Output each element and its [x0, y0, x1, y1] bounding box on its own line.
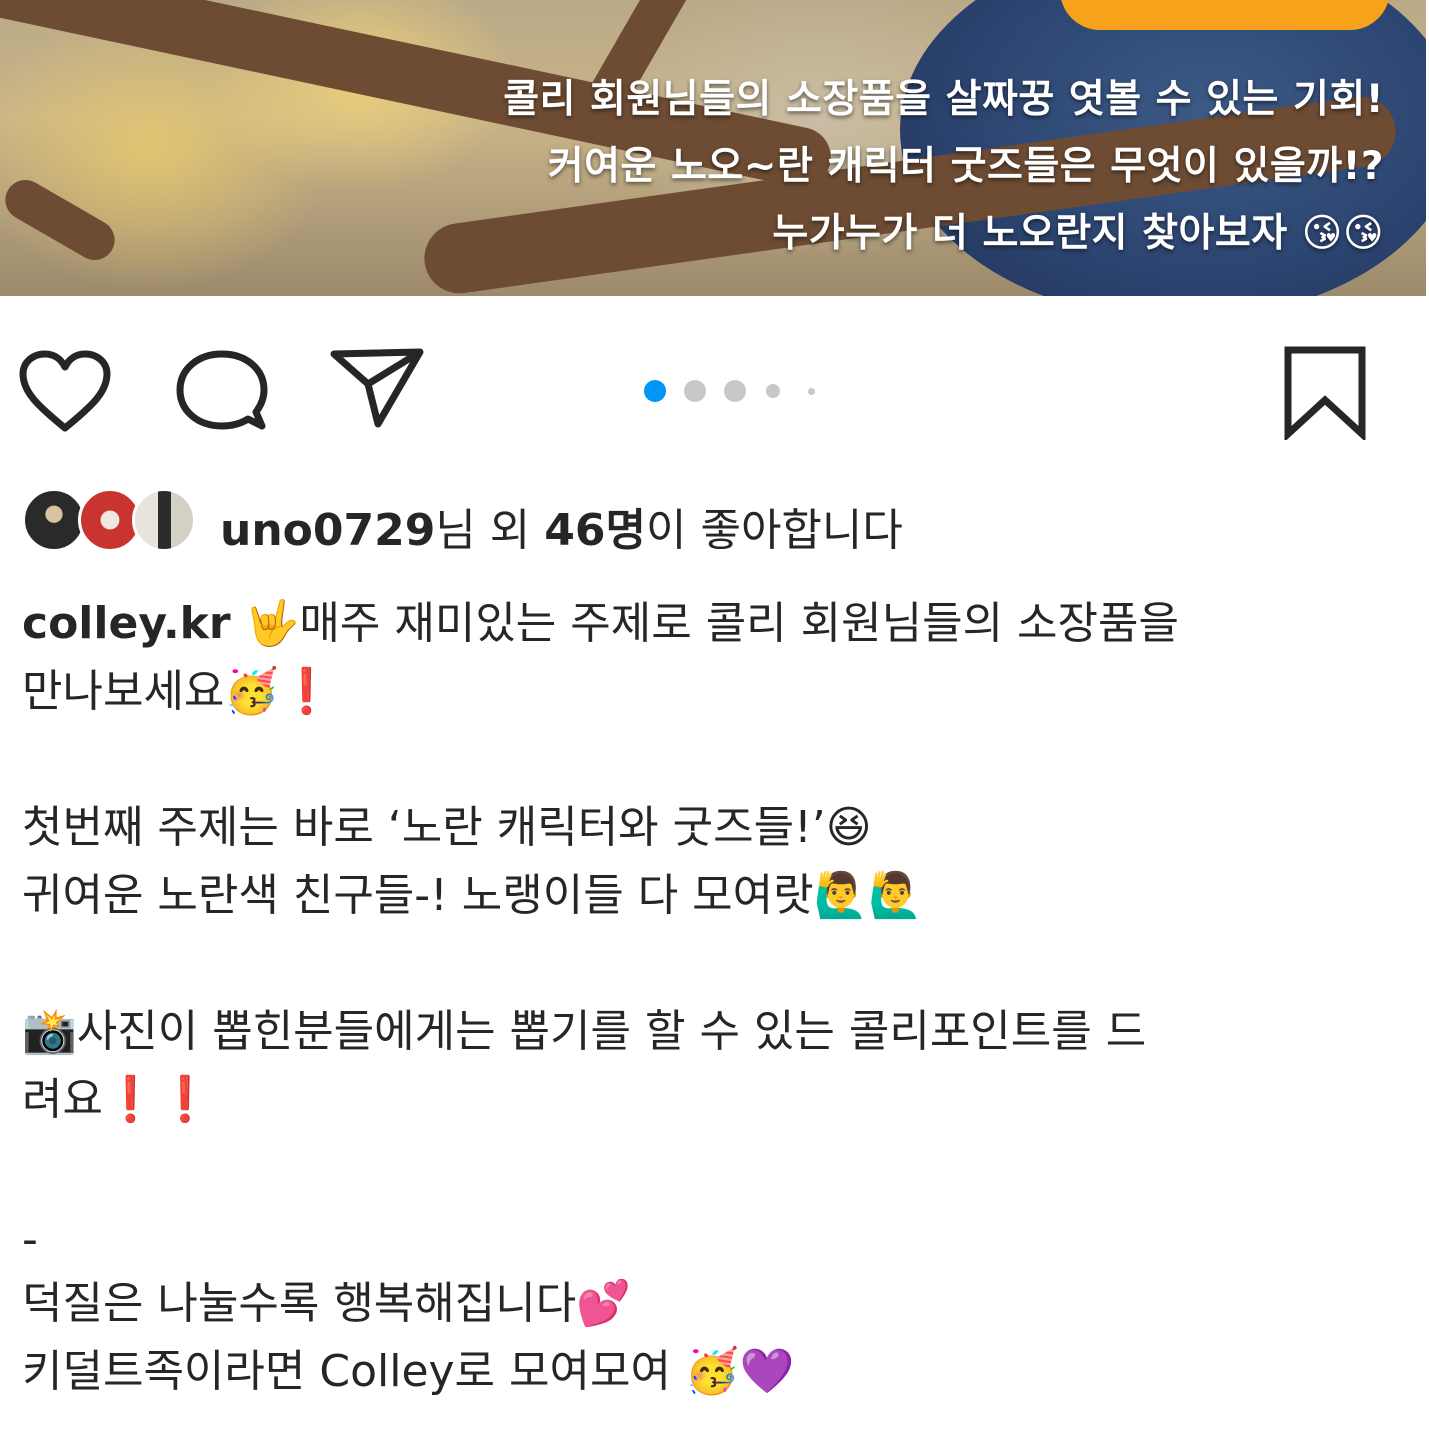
caption-line: 덕질은 나눌수록 행복해집니다💕 [22, 1278, 631, 1329]
carousel-dot [766, 384, 780, 398]
caption-line: 📸사진이 뽑힌분들에게는 뽑기를 할 수 있는 콜리포인트를 드 [22, 1006, 1147, 1057]
share-button[interactable] [330, 348, 424, 428]
likes-suffix: 이 좋아합니다 [646, 505, 903, 556]
caption-line: 첫번째 주제는 바로 ‘노란 캐릭터와 굿즈들!’😆 [22, 802, 872, 853]
caption-blank [22, 930, 1412, 998]
post-photo[interactable]: 콜리 회원님들의 소장품을 살짜꿍 엿볼 수 있는 기회! 커여운 노오~란 캐… [0, 0, 1426, 296]
carousel-dot [684, 380, 706, 402]
caption-line: 귀여운 노란색 친구들-! 노랭이들 다 모여랏🙋‍♂️🙋‍♂️ [22, 870, 924, 921]
caption-text: 🤟매주 재미있는 주제로 콜리 회원님들의 소장품을 [244, 598, 1179, 649]
overlay-line-1: 콜리 회원님들의 소장품을 살짜꿍 엿볼 수 있는 기회! [503, 77, 1384, 122]
liker-username[interactable]: uno0729 [220, 505, 435, 556]
caption-line: 만나보세요🥳❗ [22, 666, 334, 717]
caption-username[interactable]: colley.kr [22, 598, 231, 649]
likes-row[interactable]: uno0729님 외 46명이 좋아합니다 [20, 488, 1420, 558]
caption-blank [22, 1134, 1412, 1202]
carousel-dot [724, 380, 746, 402]
overlay-line-2: 커여운 노오~란 캐릭터 굿즈들은 무엇이 있을까!? [547, 144, 1384, 189]
caption-line: 키덜트족이라면 Colley로 모여모여 🥳💜 [22, 1346, 795, 1397]
caption-blank [22, 1202, 1412, 1210]
likes-count[interactable]: 46명 [544, 505, 646, 556]
branch-shape [0, 172, 122, 268]
post-caption: colley.kr 🤟매주 재미있는 주제로 콜리 회원님들의 소장품을 만나보… [22, 590, 1412, 1406]
caption-line: 려요❗❗ [22, 1074, 213, 1125]
avatar [22, 488, 86, 552]
paper-plane-icon [330, 348, 424, 428]
overlay-line-3: 누가누가 더 노오란지 찾아보자 😘😘 [772, 211, 1384, 256]
carousel-dot-active [644, 380, 666, 402]
carousel-dot [808, 388, 815, 395]
heart-icon [19, 350, 111, 432]
title-graphic [1060, 0, 1390, 30]
save-button[interactable] [1284, 346, 1366, 442]
bookmark-icon [1284, 346, 1366, 442]
avatar [132, 488, 196, 552]
likes-connector: 님 외 [435, 505, 545, 556]
comment-icon [176, 350, 268, 430]
like-button[interactable] [18, 350, 112, 434]
caption-blank [22, 726, 1412, 794]
caption-line: colley.kr 🤟매주 재미있는 주제로 콜리 회원님들의 소장품을 [22, 590, 1412, 658]
comment-button[interactable] [176, 350, 268, 434]
caption-line: - [22, 1214, 38, 1265]
likes-text: uno0729님 외 46명이 좋아합니다 [220, 494, 903, 558]
